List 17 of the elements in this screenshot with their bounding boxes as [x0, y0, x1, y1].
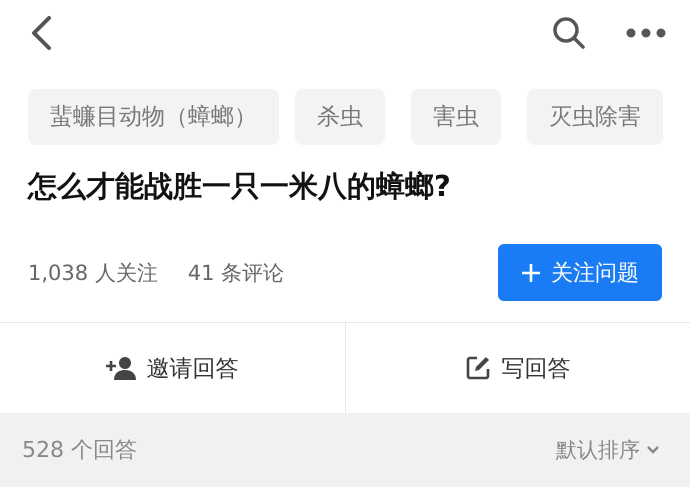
- topic-tag[interactable]: 灭虫除害: [527, 89, 663, 145]
- back-icon[interactable]: [30, 15, 52, 51]
- topic-tag[interactable]: 蜚蠊目动物（蟑螂）: [28, 89, 279, 145]
- chevron-down-icon: [646, 445, 660, 455]
- answer-count: 528 个回答: [22, 437, 137, 465]
- topic-tag[interactable]: 害虫: [411, 89, 501, 145]
- topic-tag[interactable]: 杀虫: [295, 89, 385, 145]
- follower-count: 1,038 人关注: [28, 260, 158, 286]
- sort-dropdown[interactable]: 默认排序: [550, 435, 666, 465]
- edit-icon: [465, 355, 492, 381]
- more-icon[interactable]: [626, 28, 666, 38]
- search-icon[interactable]: [552, 16, 586, 50]
- comment-count[interactable]: 41 条评论: [188, 258, 284, 286]
- question-title: 怎么才能战胜一只一米八的蟑螂?: [26, 168, 452, 205]
- follow-question-button[interactable]: 关注问题: [498, 244, 662, 301]
- plus-icon: [521, 262, 541, 282]
- add-person-icon: [106, 356, 136, 380]
